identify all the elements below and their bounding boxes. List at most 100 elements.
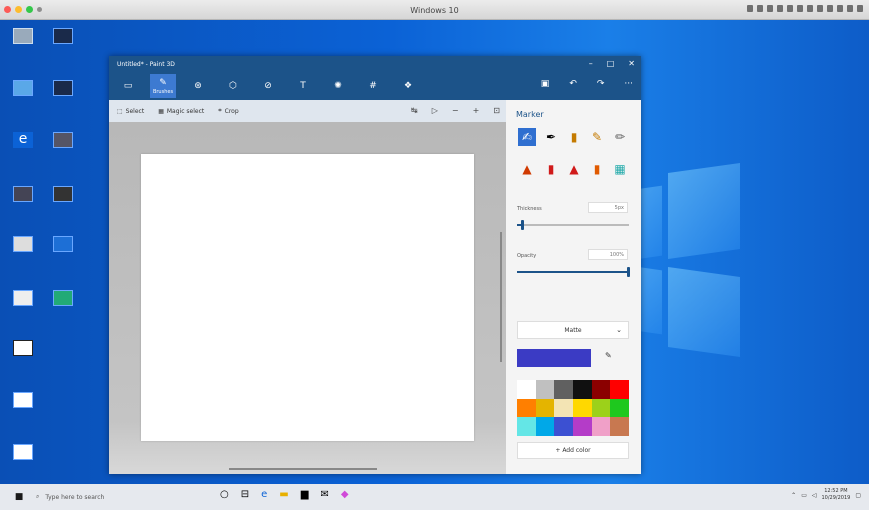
maximize-icon[interactable]: □ — [607, 59, 615, 68]
3d-view-icon[interactable]: ▷ — [432, 106, 438, 115]
tab-effects[interactable]: ✺ — [325, 74, 351, 98]
host-icon[interactable] — [837, 5, 843, 12]
redo-icon[interactable]: ↷ — [597, 79, 605, 89]
palette-swatch[interactable] — [591, 417, 611, 436]
palette-swatch[interactable] — [610, 380, 629, 399]
host-icon[interactable] — [787, 5, 793, 12]
palette-swatch[interactable] — [517, 398, 536, 418]
palette-swatch[interactable] — [517, 417, 536, 436]
desktop-file-icon[interactable] — [46, 132, 80, 150]
crop-button[interactable]: ⌗ Crop — [218, 107, 238, 115]
window-title-bar[interactable]: Untitled* - Paint 3D – □ ✕ — [109, 56, 641, 72]
eyedropper-icon[interactable]: ✎ — [605, 351, 612, 360]
clock[interactable]: 12:52 PM 10/29/2019 — [822, 488, 851, 502]
palette-swatch[interactable] — [535, 380, 555, 399]
vertical-scrollbar[interactable] — [500, 232, 502, 362]
select-button[interactable]: ⬚ Select — [117, 108, 144, 115]
host-icon[interactable] — [817, 5, 823, 12]
network-icon[interactable]: ▭ — [801, 492, 807, 499]
edge-browser-icon[interactable]: e — [6, 132, 40, 150]
host-icon[interactable] — [757, 5, 763, 12]
zoom-in-icon[interactable]: + — [473, 106, 480, 115]
folder-icon[interactable] — [6, 80, 40, 98]
host-icon[interactable] — [847, 5, 853, 12]
close-icon[interactable]: ✕ — [628, 59, 635, 68]
mail-icon[interactable]: ✉ — [320, 489, 328, 500]
eraser-icon[interactable]: ▲ — [518, 160, 536, 178]
host-icon[interactable] — [827, 5, 833, 12]
desktop-file-icon[interactable] — [6, 186, 40, 204]
desktop-file-icon[interactable] — [46, 80, 80, 98]
tray-chevron-icon[interactable]: ⌃ — [791, 492, 796, 499]
desktop-file-icon[interactable] — [46, 186, 80, 204]
palette-swatch[interactable] — [591, 380, 611, 399]
desktop-file-icon[interactable] — [6, 444, 40, 462]
current-color-swatch[interactable] — [517, 349, 591, 367]
magic-select-button[interactable]: ▦ Magic select — [158, 108, 204, 115]
fit-icon[interactable]: ⊡ — [493, 106, 500, 115]
watercolor-icon[interactable]: ✎ — [588, 128, 606, 146]
calligraphy-pen-icon[interactable]: ✒ — [542, 128, 560, 146]
notifications-icon[interactable]: ▢ — [855, 492, 861, 499]
more-icon[interactable]: ··· — [624, 79, 633, 89]
paste-icon[interactable]: ▣ — [541, 79, 550, 89]
desktop-file-icon[interactable] — [6, 290, 40, 308]
menu-folder-icon[interactable]: ▭ — [115, 74, 141, 98]
volume-icon[interactable]: ◁ — [812, 492, 817, 499]
host-icon[interactable] — [797, 5, 803, 12]
undo-icon[interactable]: ↶ — [569, 79, 577, 89]
host-icon[interactable] — [747, 5, 753, 12]
thickness-input[interactable]: 5px — [588, 202, 628, 213]
tab-text[interactable]: T — [290, 74, 316, 98]
store-icon[interactable]: ▆ — [301, 489, 309, 500]
host-icon[interactable] — [857, 5, 863, 12]
pixel-pen-icon[interactable]: ▲ — [565, 160, 583, 178]
palette-swatch[interactable] — [535, 398, 555, 418]
palette-swatch[interactable] — [554, 380, 573, 399]
horizontal-scrollbar[interactable] — [229, 468, 377, 470]
tab-3d-shapes[interactable]: ⬡ — [220, 74, 246, 98]
tab-stickers[interactable]: ⊘ — [255, 74, 281, 98]
spray-can-icon[interactable]: ▮ — [588, 160, 606, 178]
minimize-icon[interactable]: – — [589, 59, 593, 68]
oil-brush-icon[interactable]: ▮ — [565, 128, 583, 146]
palette-swatch[interactable] — [591, 398, 611, 418]
fill-icon[interactable]: ▦ — [611, 160, 629, 178]
palette-swatch[interactable] — [572, 398, 592, 418]
tab-3d-library[interactable]: ❖ — [395, 74, 421, 98]
file-explorer-icon[interactable]: ▬ — [279, 489, 288, 500]
host-icon[interactable] — [767, 5, 773, 12]
opacity-input[interactable]: 100% — [588, 249, 628, 260]
palette-swatch[interactable] — [517, 380, 536, 399]
finish-dropdown[interactable]: Matte ⌄ — [517, 321, 629, 339]
drawing-canvas[interactable] — [141, 154, 474, 441]
palette-swatch[interactable] — [572, 380, 592, 399]
desktop-file-icon[interactable] — [46, 236, 80, 254]
zoom-out-icon[interactable]: − — [452, 106, 459, 115]
history-icon[interactable]: ↹ — [411, 106, 418, 115]
desktop-file-icon[interactable] — [46, 290, 80, 308]
palette-swatch[interactable] — [554, 417, 573, 436]
host-icon[interactable] — [807, 5, 813, 12]
desktop-file-icon[interactable] — [6, 236, 40, 254]
host-icon[interactable] — [777, 5, 783, 12]
pencil-icon[interactable]: ✏ — [611, 128, 629, 146]
thickness-slider-thumb[interactable] — [521, 220, 524, 230]
recycle-bin-icon[interactable] — [6, 28, 40, 46]
palette-swatch[interactable] — [535, 417, 555, 436]
palette-swatch[interactable] — [572, 417, 592, 436]
desktop-file-icon[interactable] — [6, 392, 40, 410]
search-box[interactable]: ⌕ Type here to search — [36, 486, 226, 508]
paint3d-taskbar-icon[interactable]: ◆ — [341, 489, 349, 500]
palette-swatch[interactable] — [554, 398, 573, 418]
tab-2d-shapes[interactable]: ⊛ — [185, 74, 211, 98]
add-color-button[interactable]: + Add color — [517, 442, 629, 459]
task-view-icon[interactable]: ⊟ — [241, 489, 249, 500]
crayon-icon[interactable]: ▮ — [542, 160, 560, 178]
palette-swatch[interactable] — [610, 398, 629, 418]
cortana-icon[interactable]: ○ — [220, 489, 229, 500]
tab-brushes[interactable]: ✎ Brushes — [150, 74, 176, 98]
marker-brush-icon[interactable]: ✍ — [518, 128, 536, 146]
desktop-file-icon[interactable] — [46, 28, 80, 46]
thickness-slider-track[interactable] — [517, 224, 629, 226]
